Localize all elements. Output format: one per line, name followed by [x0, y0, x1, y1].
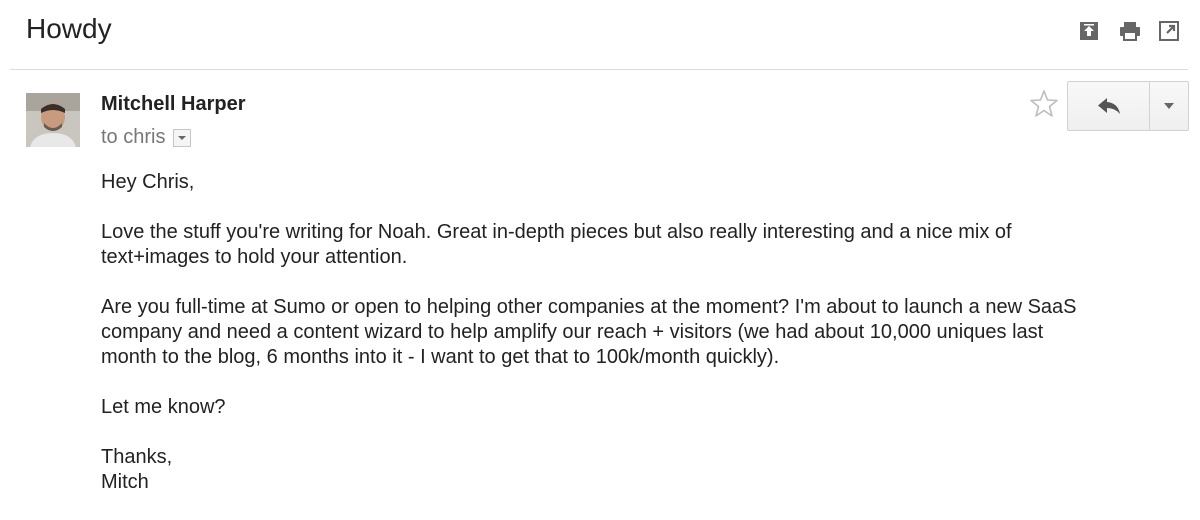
chevron-down-icon — [1164, 103, 1175, 109]
print-icon[interactable] — [1118, 20, 1140, 42]
reply-icon — [1097, 98, 1120, 114]
more-actions-dropdown[interactable] — [1149, 82, 1188, 130]
recipient-details-dropdown[interactable] — [173, 128, 192, 147]
email-view: Howdy Mitchell Harper to chris Hey Chris… — [0, 0, 1200, 520]
sender-name[interactable]: Mitchell Harper — [101, 93, 245, 116]
body-paragraph: Let me know? — [101, 396, 226, 418]
star-icon[interactable] — [1029, 89, 1059, 119]
sender-avatar[interactable] — [26, 93, 80, 147]
reply-button[interactable] — [1068, 82, 1149, 130]
email-body: Hey Chris, Love the stuff you're writing… — [101, 170, 1181, 520]
top-toolbar — [1078, 20, 1180, 42]
body-paragraph: Thanks, Mitch — [101, 446, 173, 493]
recipient-line: to chris — [101, 126, 192, 149]
email-subject: Howdy — [26, 13, 112, 44]
header-divider — [10, 69, 1188, 70]
body-paragraph: Hey Chris, — [101, 171, 195, 193]
reply-button-group — [1067, 81, 1189, 131]
body-paragraph: Love the stuff you're writing for Noah. … — [101, 221, 1012, 268]
open-in-new-window-icon[interactable] — [1158, 20, 1180, 42]
body-paragraph: Are you full-time at Sumo or open to hel… — [101, 296, 1077, 368]
archive-up-icon[interactable] — [1078, 20, 1100, 42]
recipient-text: to chris — [101, 126, 166, 148]
chevron-down-icon — [178, 135, 187, 140]
